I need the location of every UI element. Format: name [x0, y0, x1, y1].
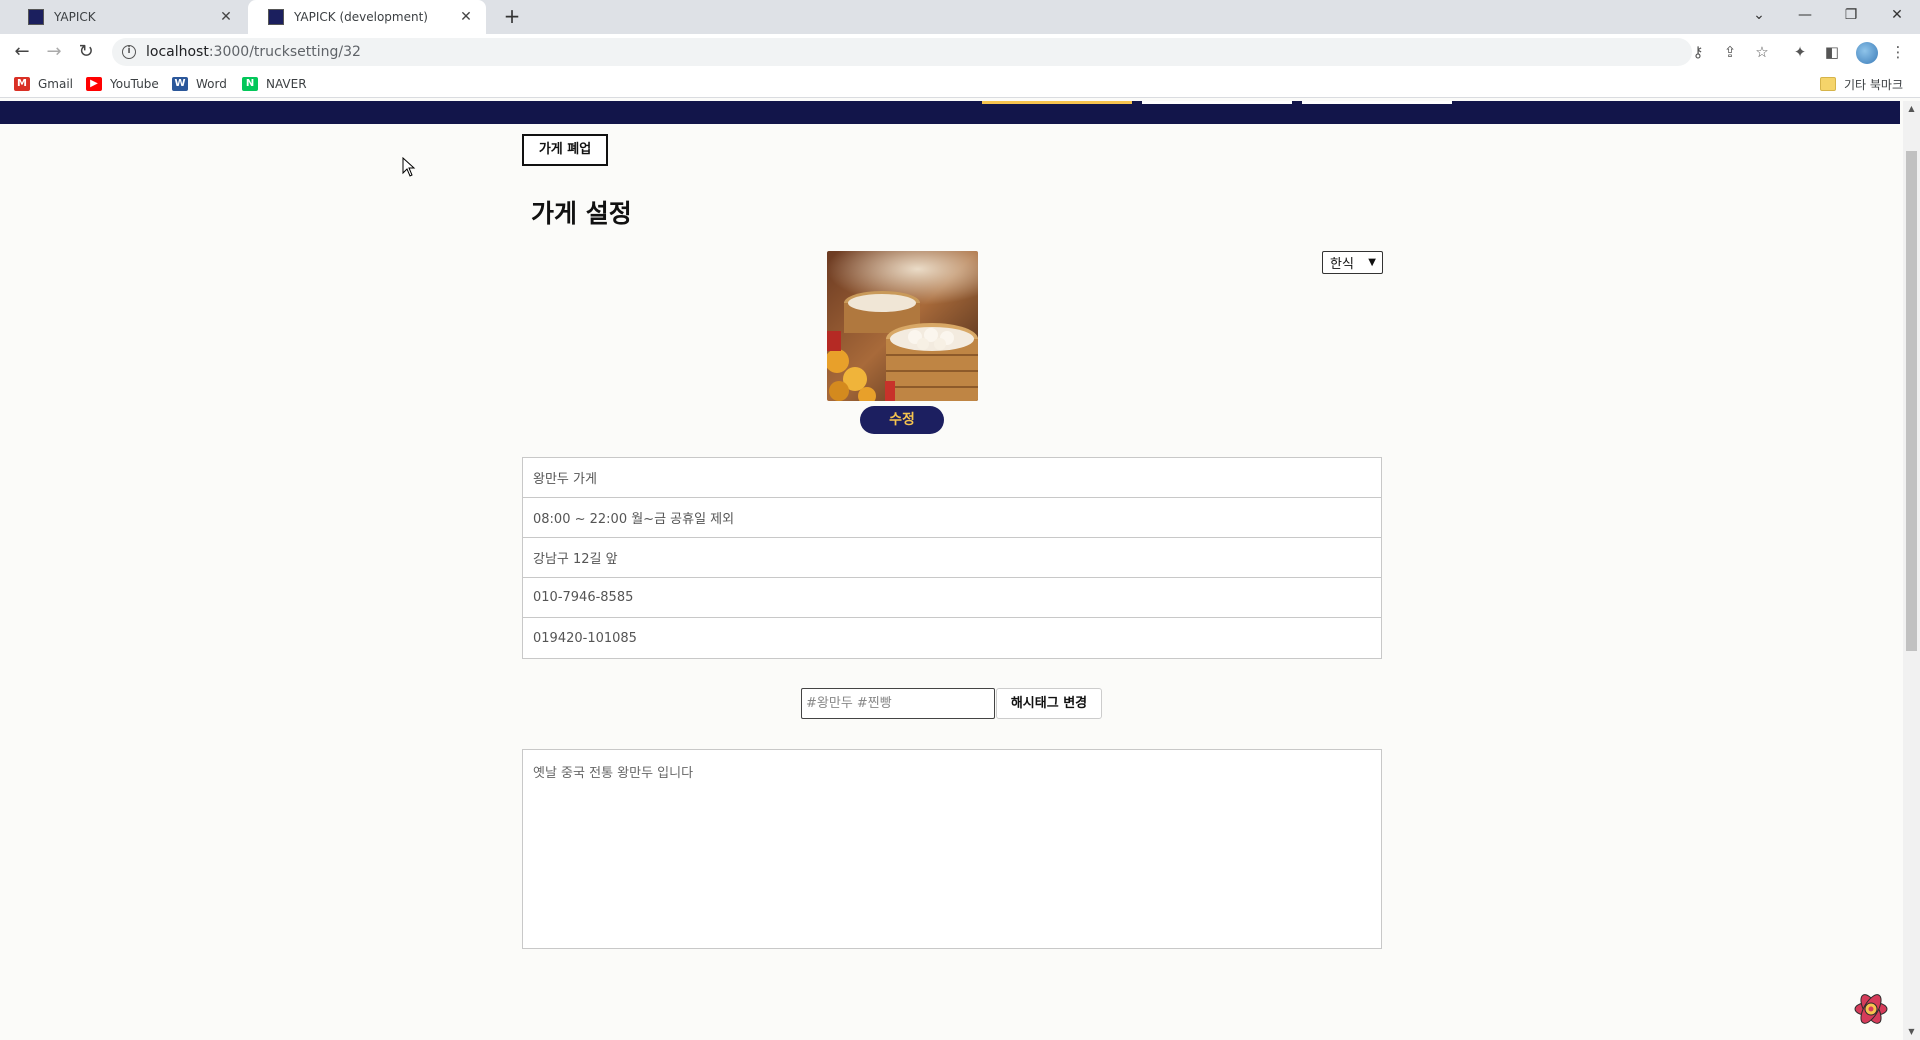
page-scrollbar[interactable]: ▲ ▼	[1903, 101, 1920, 1040]
close-store-button[interactable]: 가게 폐업	[522, 134, 608, 166]
bookmark-label: Word	[196, 77, 227, 91]
hashtag-input[interactable]: #왕만두 #찐빵	[801, 688, 995, 719]
star-icon[interactable]: ☆	[1752, 42, 1772, 62]
key-icon[interactable]: ⚷	[1688, 42, 1708, 62]
folder-icon	[1820, 77, 1836, 91]
category-selected-value: 한식	[1330, 257, 1354, 272]
bookmark-label: YouTube	[110, 77, 159, 91]
site-header	[0, 101, 1900, 124]
bookmarks-bar: M Gmail ▶ YouTube W Word N NAVER 기타 북마크	[0, 70, 1920, 98]
bookmark-label: Gmail	[38, 77, 74, 91]
tab-strip: YAPICK ✕ YAPICK (development) ✕ + ⌄ — ❐ …	[0, 0, 1920, 34]
minimize-icon[interactable]: —	[1782, 0, 1828, 30]
close-icon[interactable]: ✕	[218, 9, 234, 25]
change-hashtag-button[interactable]: 해시태그 변경	[996, 688, 1102, 719]
bookmark-label: 기타 북마크	[1844, 77, 1904, 92]
store-location-field[interactable]: 강남구 12길 앞	[523, 538, 1381, 578]
bookmark-word[interactable]: W Word	[172, 75, 227, 93]
bookmark-gmail[interactable]: M Gmail	[14, 75, 73, 93]
chevron-down-icon: ▼	[1368, 257, 1376, 268]
scroll-down-icon[interactable]: ▼	[1903, 1024, 1920, 1040]
new-tab-button[interactable]: +	[500, 5, 524, 29]
tab-yapick[interactable]: YAPICK ✕	[8, 0, 246, 34]
store-info-list: 왕만두 가게 08:00 ~ 22:00 월~금 공휴일 제외 강남구 12길 …	[522, 457, 1382, 659]
yapick-favicon-icon	[28, 9, 44, 25]
naver-icon: N	[242, 77, 258, 91]
react-devtools-icon[interactable]	[1851, 990, 1891, 1028]
scroll-thumb[interactable]	[1906, 151, 1917, 651]
nav-underline	[1302, 101, 1452, 104]
tab-title: YAPICK (development)	[294, 10, 428, 24]
bookmark-naver[interactable]: N NAVER	[242, 75, 307, 93]
word-icon: W	[172, 77, 188, 91]
nav-underline	[1142, 101, 1292, 104]
gmail-icon: M	[14, 77, 30, 91]
url-path: :3000/trucksetting/32	[208, 44, 361, 60]
description-text: 옛날 중국 전통 왕만두 입니다	[533, 766, 694, 781]
side-panel-icon[interactable]: ◧	[1822, 42, 1842, 62]
store-image	[827, 251, 978, 401]
store-name-field[interactable]: 왕만두 가게	[523, 458, 1381, 498]
browser-toolbar: ← → ↻ i localhost:3000/trucksetting/32 ⚷…	[0, 34, 1920, 70]
window-close-icon[interactable]: ✕	[1874, 0, 1920, 30]
close-icon[interactable]: ✕	[458, 9, 474, 25]
address-bar[interactable]: i localhost:3000/trucksetting/32	[112, 38, 1692, 66]
url-host: localhost	[146, 44, 209, 60]
tab-title: YAPICK	[54, 10, 96, 24]
bookmark-other[interactable]: 기타 북마크	[1820, 75, 1903, 93]
menu-icon[interactable]: ⋮	[1888, 42, 1908, 62]
page-title: 가게 설정	[531, 199, 632, 228]
site-info-icon[interactable]: i	[122, 45, 136, 59]
business-number-field[interactable]: 019420-101085	[523, 618, 1381, 658]
steamed-buns-image	[827, 251, 978, 401]
forward-icon[interactable]: →	[42, 40, 66, 64]
reload-icon[interactable]: ↻	[74, 40, 98, 64]
yapick-favicon-icon	[268, 9, 284, 25]
nav-underline-active	[982, 101, 1132, 104]
profile-avatar[interactable]	[1856, 42, 1878, 64]
back-icon[interactable]: ←	[10, 40, 34, 64]
category-select[interactable]: 한식 ▼	[1322, 251, 1383, 274]
edit-image-button[interactable]: 수정	[860, 406, 944, 434]
store-hours-field[interactable]: 08:00 ~ 22:00 월~금 공휴일 제외	[523, 498, 1381, 538]
description-textarea[interactable]: 옛날 중국 전통 왕만두 입니다	[522, 749, 1382, 949]
scroll-up-icon[interactable]: ▲	[1903, 101, 1920, 117]
store-phone-field[interactable]: 010-7946-8585	[523, 578, 1381, 618]
share-icon[interactable]: ⇪	[1720, 42, 1740, 62]
bookmark-label: NAVER	[266, 77, 307, 91]
youtube-icon: ▶	[86, 77, 102, 91]
mouse-cursor-icon	[402, 157, 416, 177]
bookmark-youtube[interactable]: ▶ YouTube	[86, 75, 159, 93]
restore-icon[interactable]: ❐	[1828, 0, 1874, 30]
tab-yapick-development[interactable]: YAPICK (development) ✕	[248, 0, 486, 34]
extensions-icon[interactable]: ✦	[1790, 42, 1810, 62]
tab-search-icon[interactable]: ⌄	[1736, 0, 1782, 30]
